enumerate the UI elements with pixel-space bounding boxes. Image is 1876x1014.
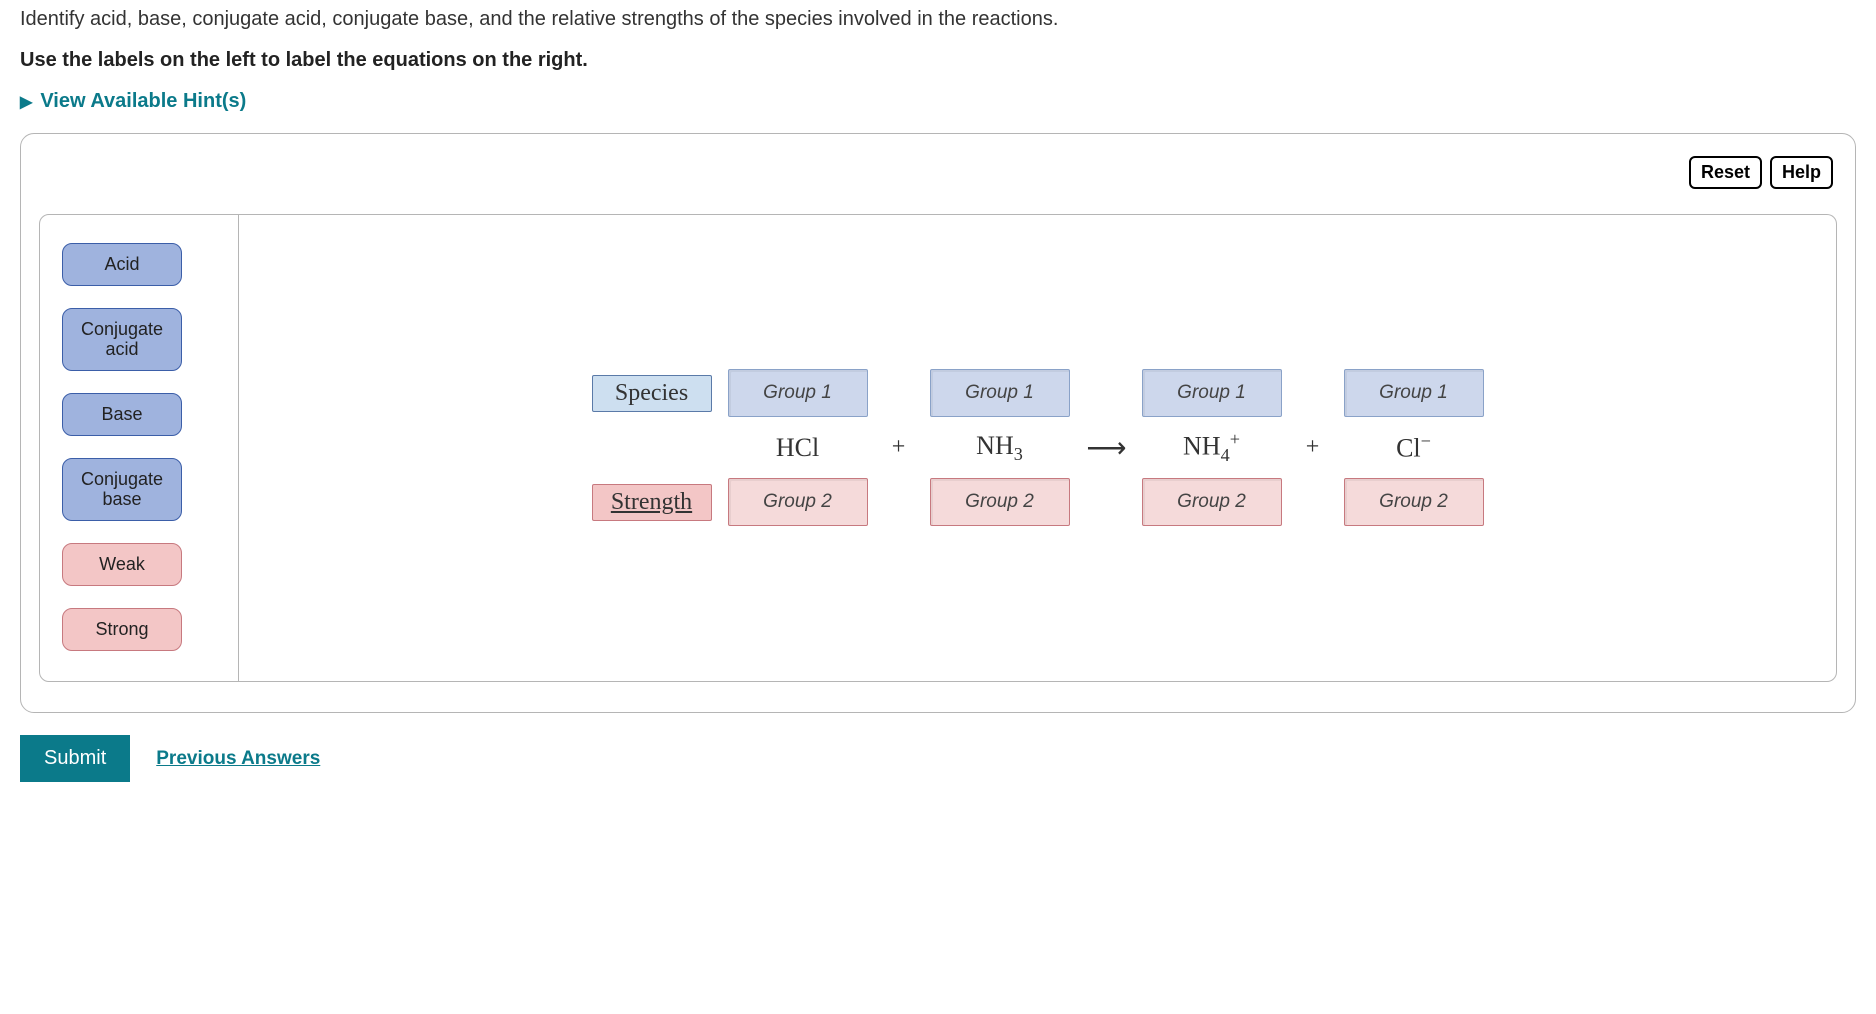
view-hints-toggle[interactable]: ▶ View Available Hint(s) [20,90,246,113]
previous-answers-link[interactable]: Previous Answers [156,748,320,770]
instruction-text: Use the labels on the left to label the … [20,49,1856,72]
reaction-arrow-icon: ⟶ [1086,431,1126,464]
strength-slot-4[interactable]: Group 2 [1344,478,1484,526]
help-button[interactable]: Help [1770,156,1833,189]
species-slot-4[interactable]: Group 1 [1344,369,1484,417]
label-weak[interactable]: Weak [62,543,182,586]
species-slot-3[interactable]: Group 1 [1142,369,1282,417]
plus-2: + [1298,434,1328,461]
workspace: Reset Help Acid Conjugate acid Base Conj… [20,133,1856,713]
label-strong[interactable]: Strong [62,608,182,651]
species-clminus: Cl− [1344,431,1484,464]
strength-slot-2[interactable]: Group 2 [930,478,1070,526]
submit-button[interactable]: Submit [20,735,130,782]
label-conjugate-acid[interactable]: Conjugate acid [62,308,182,371]
species-nh4plus: NH4+ [1142,429,1282,466]
strength-slot-3[interactable]: Group 2 [1142,478,1282,526]
species-hcl: HCl [728,433,868,463]
intro-text: Identify acid, base, conjugate acid, con… [20,8,1856,31]
species-slot-2[interactable]: Group 1 [930,369,1070,417]
plus-1: + [884,434,914,461]
caret-right-icon: ▶ [20,92,32,112]
row-header-strength: Strength [592,484,712,521]
label-base[interactable]: Base [62,393,182,436]
species-nh3: NH3 [930,431,1070,465]
label-acid[interactable]: Acid [62,243,182,286]
equation-panel: Species Group 1 Group 1 Group 1 Group 1 … [239,214,1837,682]
hints-label: View Available Hint(s) [40,90,246,113]
labels-panel: Acid Conjugate acid Base Conjugate base … [39,214,239,682]
species-slot-1[interactable]: Group 1 [728,369,868,417]
strength-slot-1[interactable]: Group 2 [728,478,868,526]
reset-button[interactable]: Reset [1689,156,1762,189]
row-header-species: Species [592,375,712,412]
label-conjugate-base[interactable]: Conjugate base [62,458,182,521]
